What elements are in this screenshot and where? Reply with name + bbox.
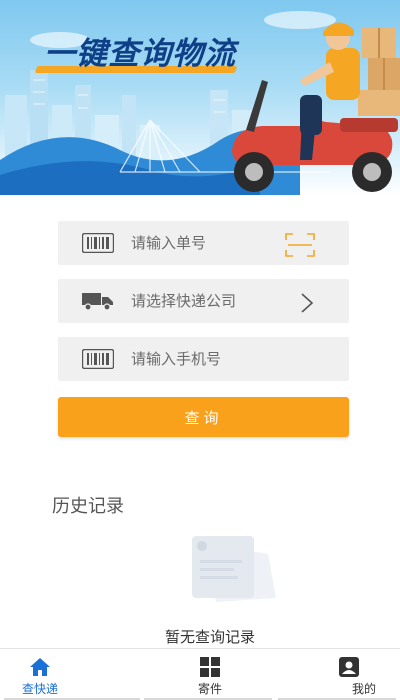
courier-company-select[interactable]: 请选择快递公司 — [58, 279, 349, 323]
grid-icon — [199, 657, 221, 677]
phone-number-placeholder: 请输入手机号 — [131, 350, 222, 368]
empty-history-text: 暂无查询记录 — [164, 628, 255, 646]
banner-title: 一键查询物流 — [44, 36, 236, 72]
history-title: 历史记录 — [52, 496, 124, 517]
nav-item-send[interactable]: 寄件 — [140, 649, 280, 700]
barcode-icon — [81, 232, 115, 254]
page: 一键查询物流 请输入单号 请选择快递公司 请输入手机号 查询 历史记录 暂无查询… — [0, 0, 400, 700]
barcode-icon — [81, 348, 115, 370]
nav-label: 我的 — [351, 682, 376, 696]
empty-document-icon — [188, 536, 280, 606]
truck-icon — [82, 291, 114, 311]
profile-icon — [338, 657, 360, 677]
nav-item-track[interactable]: 查快递 — [0, 649, 140, 700]
nav-item-mine[interactable]: 我的 — [280, 649, 400, 700]
query-button[interactable]: 查询 — [58, 397, 349, 437]
phone-number-field[interactable]: 请输入手机号 — [58, 337, 349, 381]
tracking-number-placeholder: 请输入单号 — [131, 234, 207, 252]
tracking-number-field[interactable]: 请输入单号 — [58, 221, 349, 265]
courier-company-placeholder: 请选择快递公司 — [131, 292, 237, 310]
scan-icon[interactable] — [285, 233, 315, 257]
chevron-right-icon — [299, 291, 315, 315]
banner: 一键查询物流 — [0, 0, 400, 195]
nav-label: 寄件 — [197, 682, 222, 696]
bottom-nav: 查快递 寄件 我的 — [0, 648, 400, 700]
nav-label: 查快递 — [21, 682, 58, 696]
home-icon — [29, 657, 51, 677]
